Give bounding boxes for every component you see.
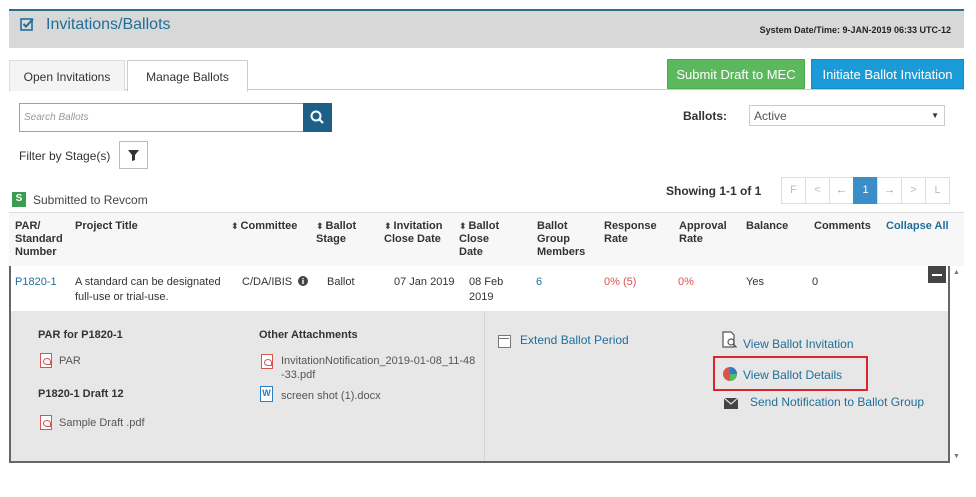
- highlight-box: [713, 356, 868, 391]
- divider: [484, 311, 485, 461]
- col-comments: Comments: [814, 220, 871, 232]
- par-section-title: PAR for P1820-1: [38, 329, 123, 341]
- pagination: F < ← 1 → > L: [781, 177, 950, 204]
- document-search-icon: [722, 331, 737, 348]
- scroll-up-arrow[interactable]: ▲: [953, 269, 960, 276]
- col-group-members: Ballot Group Members: [537, 220, 586, 258]
- tab-open-invitations[interactable]: Open Invitations: [9, 60, 125, 91]
- project-title: A standard can be designated full-use or…: [75, 276, 221, 303]
- info-icon[interactable]: [298, 276, 309, 286]
- page-first[interactable]: F: [781, 177, 806, 204]
- page-next-arrow[interactable]: →: [877, 177, 902, 204]
- table-header: PAR/ Standard Number Project Title Commi…: [9, 212, 964, 266]
- search-button[interactable]: [303, 103, 332, 132]
- system-datetime: System Date/Time: 9-JAN-2019 06:33 UTC-1…: [759, 25, 951, 35]
- initiate-ballot-button[interactable]: Initiate Ballot Invitation: [811, 59, 964, 89]
- stage-label: Submitted to Revcom: [33, 193, 148, 207]
- col-response-rate: Response Rate: [604, 220, 657, 245]
- calendar-icon: [498, 335, 511, 348]
- ballot-close-date: 08 Feb 2019: [469, 276, 504, 303]
- pdf-icon: [261, 354, 273, 369]
- col-balance: Balance: [746, 220, 789, 232]
- search-placeholder: Search Ballots: [24, 112, 89, 123]
- word-doc-icon: W: [260, 386, 273, 402]
- scroll-down-arrow[interactable]: ▼: [953, 453, 960, 460]
- stage-badge: S: [12, 192, 26, 207]
- collapse-all-link[interactable]: Collapse All: [886, 220, 949, 233]
- page-next[interactable]: >: [901, 177, 926, 204]
- committee-cell: C/DA/IBIS: [242, 275, 309, 290]
- group-members-link[interactable]: 6: [536, 275, 542, 290]
- par-number-link[interactable]: P1820-1: [15, 275, 57, 290]
- ballot-stage: Ballot: [327, 276, 355, 288]
- funnel-icon: [128, 150, 139, 161]
- approval-rate: 0%: [678, 276, 694, 288]
- pagination-summary: Showing 1-1 of 1: [666, 184, 762, 198]
- filter-button[interactable]: [119, 141, 148, 169]
- invitation-close-date: 07 Jan 2019: [394, 276, 455, 288]
- page-prev[interactable]: <: [805, 177, 830, 204]
- col-ballot-close[interactable]: Ballot Close Date: [459, 220, 499, 259]
- tab-manage-ballots[interactable]: Manage Ballots: [127, 60, 248, 92]
- ballots-selected-value: Active: [754, 109, 787, 123]
- committee-value: C/DA/IBIS: [242, 276, 293, 288]
- extend-ballot-link[interactable]: Extend Ballot Period: [520, 333, 629, 347]
- checkbox-icon: [20, 18, 34, 31]
- comments-count: 0: [812, 276, 819, 288]
- col-approval-rate: Approval Rate: [679, 220, 727, 245]
- draft-file-link[interactable]: Sample Draft .pdf: [59, 416, 145, 430]
- response-rate: 0% (5): [604, 276, 637, 288]
- col-committee[interactable]: Committee: [231, 220, 298, 233]
- search-input[interactable]: Search Ballots: [19, 103, 304, 132]
- ballots-select[interactable]: Active ▼: [749, 105, 945, 126]
- filter-stage-label: Filter by Stage(s): [19, 149, 111, 163]
- page-1[interactable]: 1: [853, 177, 878, 204]
- col-ballot-stage[interactable]: Ballot Stage: [316, 220, 356, 246]
- col-invitation-close[interactable]: Invitation Close Date: [384, 220, 442, 246]
- row-summary: P1820-1 A standard can be designated ful…: [11, 266, 948, 311]
- submit-draft-button[interactable]: Submit Draft to MEC: [667, 59, 805, 89]
- envelope-icon: [724, 398, 738, 409]
- pdf-icon: [40, 415, 52, 430]
- draft-section-title: P1820-1 Draft 12: [38, 388, 124, 400]
- pdf-icon: [40, 353, 52, 368]
- send-notification-link[interactable]: Send Notification to Ballot Group: [750, 395, 924, 409]
- col-par: PAR/ Standard Number: [15, 220, 63, 258]
- page-last[interactable]: L: [925, 177, 950, 204]
- page-header: Invitations/Ballots System Date/Time: 9-…: [9, 9, 964, 48]
- balance: Yes: [746, 276, 764, 288]
- chevron-down-icon: ▼: [931, 111, 939, 120]
- view-ballot-invitation-link[interactable]: View Ballot Invitation: [743, 337, 854, 351]
- page-prev-arrow[interactable]: ←: [829, 177, 854, 204]
- col-project-title: Project Title: [75, 220, 138, 232]
- par-file-link[interactable]: PAR: [59, 354, 81, 368]
- page-title: Invitations/Ballots: [46, 16, 171, 33]
- collapse-row-button[interactable]: [928, 266, 946, 283]
- ballots-label: Ballots:: [683, 109, 728, 123]
- other-attachments-title: Other Attachments: [259, 329, 358, 341]
- attachment-link[interactable]: InvitationNotification_2019-01-08_11-48-…: [281, 354, 476, 382]
- search-icon: [310, 110, 324, 124]
- attachment-link[interactable]: screen shot (1).docx: [281, 389, 381, 403]
